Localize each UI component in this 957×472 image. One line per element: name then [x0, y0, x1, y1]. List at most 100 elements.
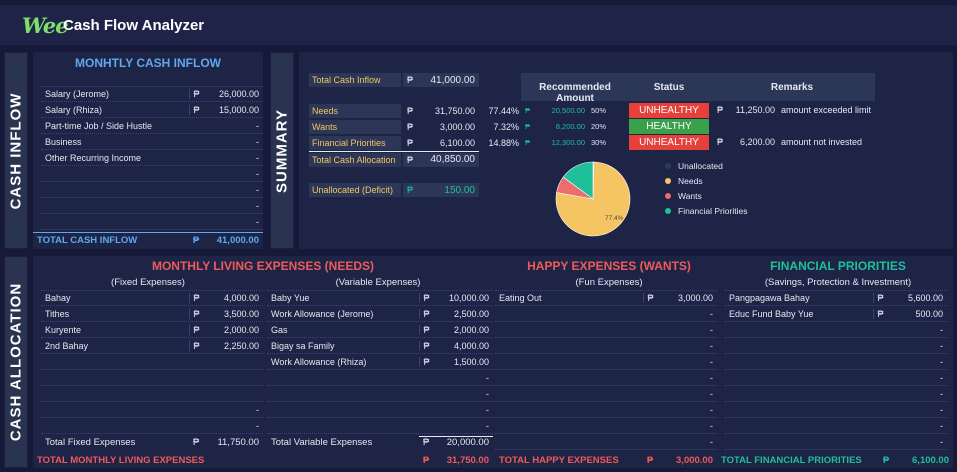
want-row[interactable]: -: [495, 306, 717, 322]
priority-item-value[interactable]: -: [887, 389, 947, 399]
priority-item-value[interactable]: 5,600.00: [887, 293, 947, 303]
want-item-value[interactable]: 3,000.00: [657, 293, 717, 303]
priority-item-value[interactable]: -: [887, 325, 947, 335]
inflow-item-name[interactable]: Salary (Rhiza): [41, 105, 189, 115]
variable-expense-item-value[interactable]: -: [433, 373, 493, 383]
variable-expense-item-value[interactable]: -: [433, 405, 493, 415]
fixed-expense-row[interactable]: [41, 386, 263, 402]
priority-row[interactable]: -: [725, 338, 947, 354]
inflow-item-name[interactable]: Other Recurring Income: [41, 153, 189, 163]
inflow-row[interactable]: Part-time Job / Side Hustle -: [41, 118, 263, 134]
inflow-item-value[interactable]: 26,000.00: [203, 89, 263, 99]
inflow-item-value[interactable]: -: [203, 153, 263, 163]
priority-item-value[interactable]: -: [887, 437, 947, 447]
inflow-item-value[interactable]: -: [203, 121, 263, 131]
inflow-item-name[interactable]: Salary (Jerome): [41, 89, 189, 99]
inflow-item-value[interactable]: -: [203, 185, 263, 195]
variable-expense-item-value[interactable]: 2,500.00: [433, 309, 493, 319]
inflow-row[interactable]: Salary (Rhiza) ₱ 15,000.00: [41, 102, 263, 118]
fixed-expense-item-name[interactable]: Kuryente: [41, 325, 189, 335]
want-item-value[interactable]: -: [657, 309, 717, 319]
inflow-item-value[interactable]: -: [203, 169, 263, 179]
variable-expense-row[interactable]: -: [267, 386, 493, 402]
priority-row[interactable]: -: [725, 354, 947, 370]
want-row[interactable]: -: [495, 354, 717, 370]
fixed-expense-row[interactable]: Kuryente ₱ 2,000.00: [41, 322, 263, 338]
inflow-row[interactable]: -: [41, 214, 263, 230]
fixed-expense-row[interactable]: -: [41, 418, 263, 434]
variable-expense-row[interactable]: -: [267, 418, 493, 434]
inflow-row[interactable]: Other Recurring Income -: [41, 150, 263, 166]
fixed-expense-row[interactable]: [41, 354, 263, 370]
priority-item-name[interactable]: Educ Fund Baby Yue: [725, 309, 873, 319]
variable-expense-row[interactable]: Work Allowance (Rhiza) ₱ 1,500.00: [267, 354, 493, 370]
want-row[interactable]: -: [495, 322, 717, 338]
want-item-value[interactable]: -: [657, 405, 717, 415]
fixed-expense-item-value[interactable]: 2,000.00: [203, 325, 263, 335]
variable-expense-item-value[interactable]: -: [433, 389, 493, 399]
priority-item-value[interactable]: -: [887, 373, 947, 383]
fixed-expense-item-value[interactable]: 2,250.00: [203, 341, 263, 351]
inflow-row[interactable]: Salary (Jerome) ₱ 26,000.00: [41, 86, 263, 102]
inflow-row[interactable]: Business -: [41, 134, 263, 150]
variable-expense-item-name[interactable]: Gas: [267, 325, 419, 335]
want-item-value[interactable]: -: [657, 341, 717, 351]
priority-row[interactable]: -: [725, 402, 947, 418]
tab-cash-allocation[interactable]: CASH ALLOCATION: [4, 256, 28, 468]
fixed-expense-item-name[interactable]: Tithes: [41, 309, 189, 319]
priority-item-value[interactable]: -: [887, 341, 947, 351]
priority-row[interactable]: -: [725, 370, 947, 386]
want-item-value[interactable]: -: [657, 325, 717, 335]
want-row[interactable]: -: [495, 386, 717, 402]
fixed-expense-row[interactable]: Bahay ₱ 4,000.00: [41, 290, 263, 306]
want-item-name[interactable]: Eating Out: [495, 293, 643, 303]
want-row[interactable]: Eating Out ₱ 3,000.00: [495, 290, 717, 306]
variable-expense-item-value[interactable]: 2,000.00: [433, 325, 493, 335]
fixed-expense-row[interactable]: Tithes ₱ 3,500.00: [41, 306, 263, 322]
inflow-item-value[interactable]: -: [203, 217, 263, 227]
priority-row[interactable]: -: [725, 434, 947, 450]
variable-expense-item-value[interactable]: 10,000.00: [433, 293, 493, 303]
tab-summary[interactable]: SUMMARY: [270, 52, 294, 249]
fixed-expense-item-name[interactable]: Bahay: [41, 293, 189, 303]
want-row[interactable]: -: [495, 434, 717, 450]
variable-expense-row[interactable]: -: [267, 370, 493, 386]
priority-item-value[interactable]: 500.00: [887, 309, 947, 319]
fixed-expense-item-value[interactable]: 3,500.00: [203, 309, 263, 319]
inflow-item-name[interactable]: Part-time Job / Side Hustle: [41, 121, 189, 131]
priority-row[interactable]: Educ Fund Baby Yue ₱ 500.00: [725, 306, 947, 322]
priority-item-value[interactable]: -: [887, 405, 947, 415]
priority-row[interactable]: -: [725, 418, 947, 434]
variable-expense-row[interactable]: Gas ₱ 2,000.00: [267, 322, 493, 338]
fixed-expense-item-value[interactable]: -: [203, 421, 263, 431]
fixed-expense-row[interactable]: -: [41, 402, 263, 418]
variable-expense-item-name[interactable]: Baby Yue: [267, 293, 419, 303]
inflow-row[interactable]: -: [41, 166, 263, 182]
variable-expense-item-name[interactable]: Work Allowance (Rhiza): [267, 357, 419, 367]
want-item-value[interactable]: -: [657, 357, 717, 367]
want-item-value[interactable]: -: [657, 421, 717, 431]
variable-expense-item-value[interactable]: 1,500.00: [433, 357, 493, 367]
priority-row[interactable]: -: [725, 322, 947, 338]
priority-item-value[interactable]: -: [887, 357, 947, 367]
inflow-row[interactable]: -: [41, 182, 263, 198]
variable-expense-row[interactable]: Baby Yue ₱ 10,000.00: [267, 290, 493, 306]
variable-expense-item-value[interactable]: -: [433, 421, 493, 431]
priority-item-name[interactable]: Pangpagawa Bahay: [725, 293, 873, 303]
inflow-row[interactable]: -: [41, 198, 263, 214]
fixed-expense-row[interactable]: 2nd Bahay ₱ 2,250.00: [41, 338, 263, 354]
inflow-item-value[interactable]: -: [203, 201, 263, 211]
variable-expense-item-name[interactable]: Bigay sa Family: [267, 341, 419, 351]
want-item-value[interactable]: -: [657, 373, 717, 383]
fixed-expense-item-name[interactable]: 2nd Bahay: [41, 341, 189, 351]
priority-item-value[interactable]: -: [887, 421, 947, 431]
variable-expense-row[interactable]: -: [267, 402, 493, 418]
want-item-value[interactable]: -: [657, 389, 717, 399]
inflow-item-value[interactable]: -: [203, 137, 263, 147]
want-row[interactable]: -: [495, 418, 717, 434]
fixed-expense-row[interactable]: [41, 370, 263, 386]
want-row[interactable]: -: [495, 402, 717, 418]
priority-row[interactable]: Pangpagawa Bahay ₱ 5,600.00: [725, 290, 947, 306]
priority-row[interactable]: -: [725, 386, 947, 402]
variable-expense-row[interactable]: Work Allowance (Jerome) ₱ 2,500.00: [267, 306, 493, 322]
